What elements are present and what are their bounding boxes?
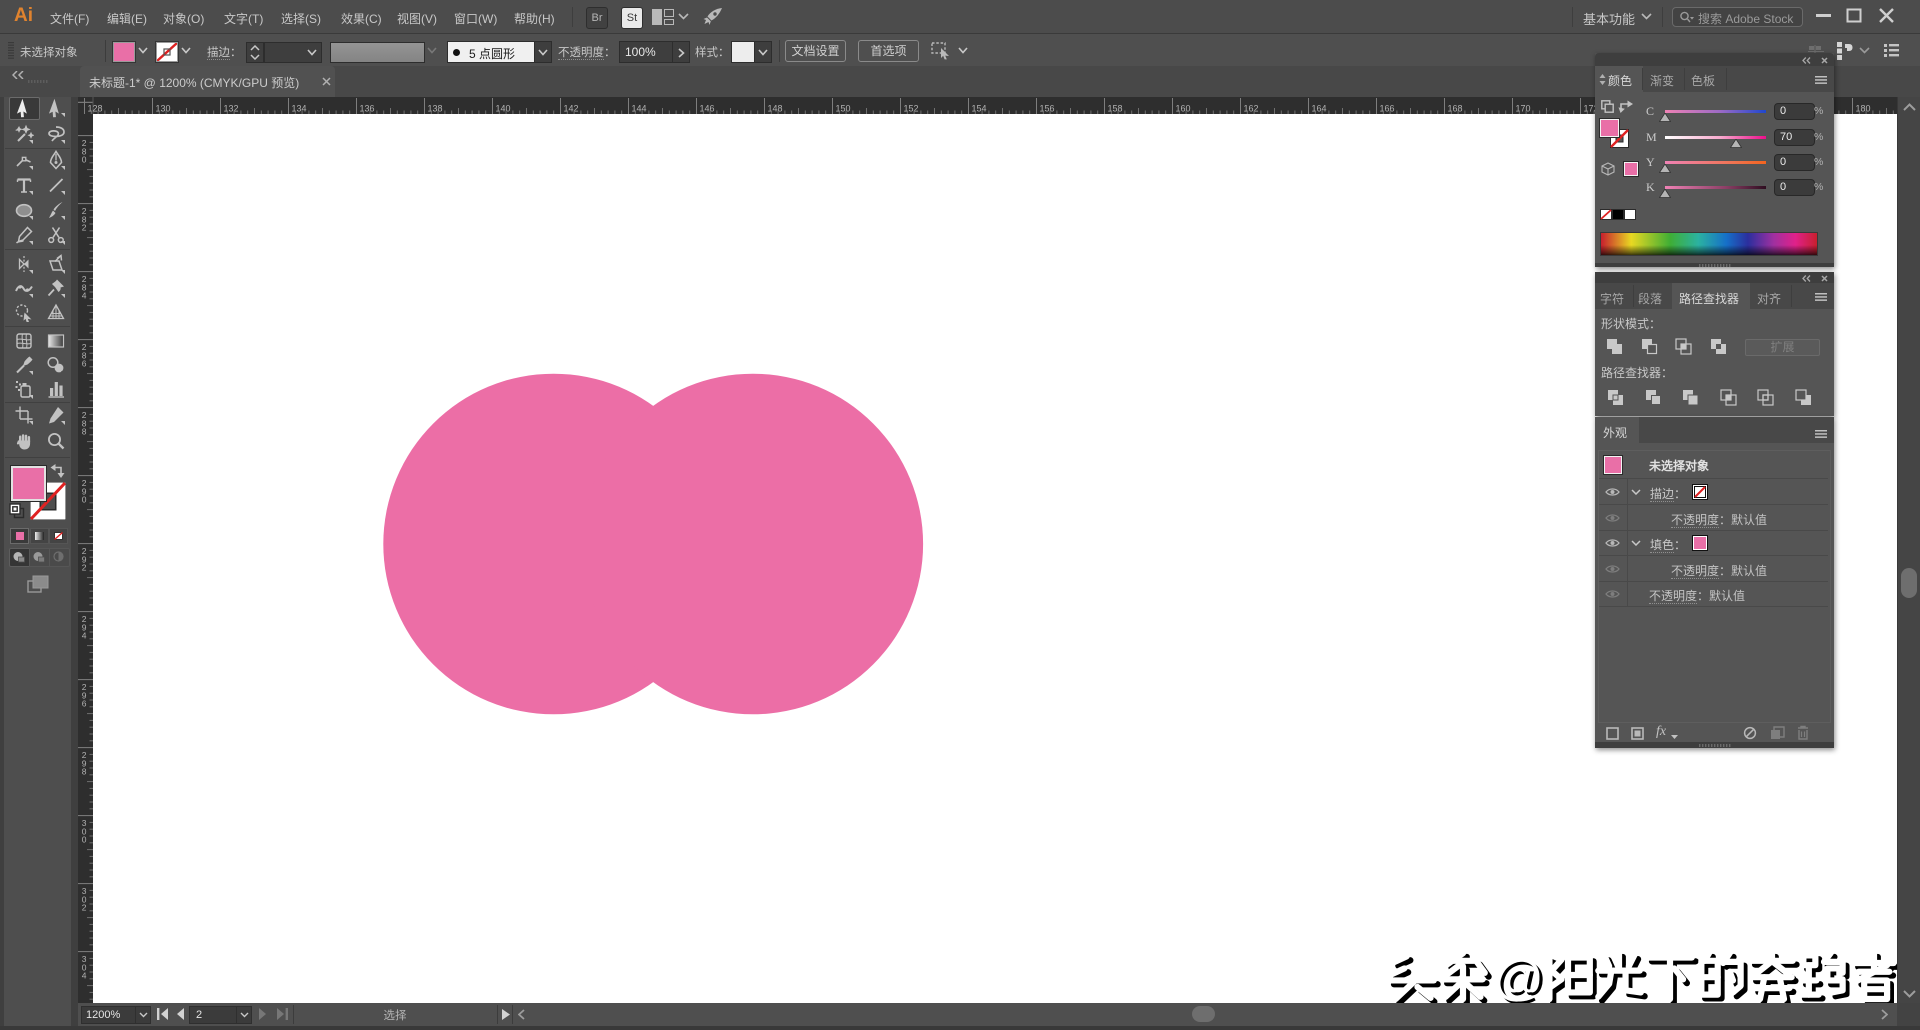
svg-text:140: 140 <box>496 104 511 114</box>
svg-text:@: @ <box>1493 950 1544 1003</box>
svg-text:2: 2 <box>82 903 87 913</box>
svg-text:0: 0 <box>82 155 87 165</box>
svg-text:150: 150 <box>836 104 851 114</box>
svg-text:154: 154 <box>972 104 987 114</box>
svg-text:4: 4 <box>82 631 87 641</box>
svg-text:160: 160 <box>1176 104 1191 114</box>
svg-text:128: 128 <box>88 104 103 114</box>
svg-text:162: 162 <box>1244 104 1259 114</box>
svg-text:6: 6 <box>82 359 87 369</box>
svg-text:152: 152 <box>904 104 919 114</box>
svg-text:0: 0 <box>82 495 87 505</box>
svg-text:4: 4 <box>82 291 87 301</box>
svg-text:6: 6 <box>82 699 87 709</box>
svg-text:8: 8 <box>82 427 87 437</box>
svg-text:142: 142 <box>564 104 579 114</box>
svg-text:148: 148 <box>768 104 783 114</box>
svg-text:2: 2 <box>82 223 87 233</box>
svg-text:4: 4 <box>82 971 87 981</box>
svg-text:158: 158 <box>1108 104 1123 114</box>
svg-text:144: 144 <box>632 104 647 114</box>
svg-text:134: 134 <box>292 104 307 114</box>
svg-text:170: 170 <box>1516 104 1531 114</box>
svg-text:0: 0 <box>82 835 87 845</box>
svg-text:164: 164 <box>1312 104 1327 114</box>
svg-text:146: 146 <box>700 104 715 114</box>
svg-text:166: 166 <box>1380 104 1395 114</box>
svg-text:130: 130 <box>156 104 171 114</box>
svg-text:138: 138 <box>428 104 443 114</box>
svg-text:180: 180 <box>1856 104 1871 114</box>
svg-text:2: 2 <box>82 563 87 573</box>
svg-text:8: 8 <box>82 767 87 777</box>
svg-text:136: 136 <box>360 104 375 114</box>
svg-text:132: 132 <box>224 104 239 114</box>
svg-text:168: 168 <box>1448 104 1463 114</box>
svg-text:156: 156 <box>1040 104 1055 114</box>
